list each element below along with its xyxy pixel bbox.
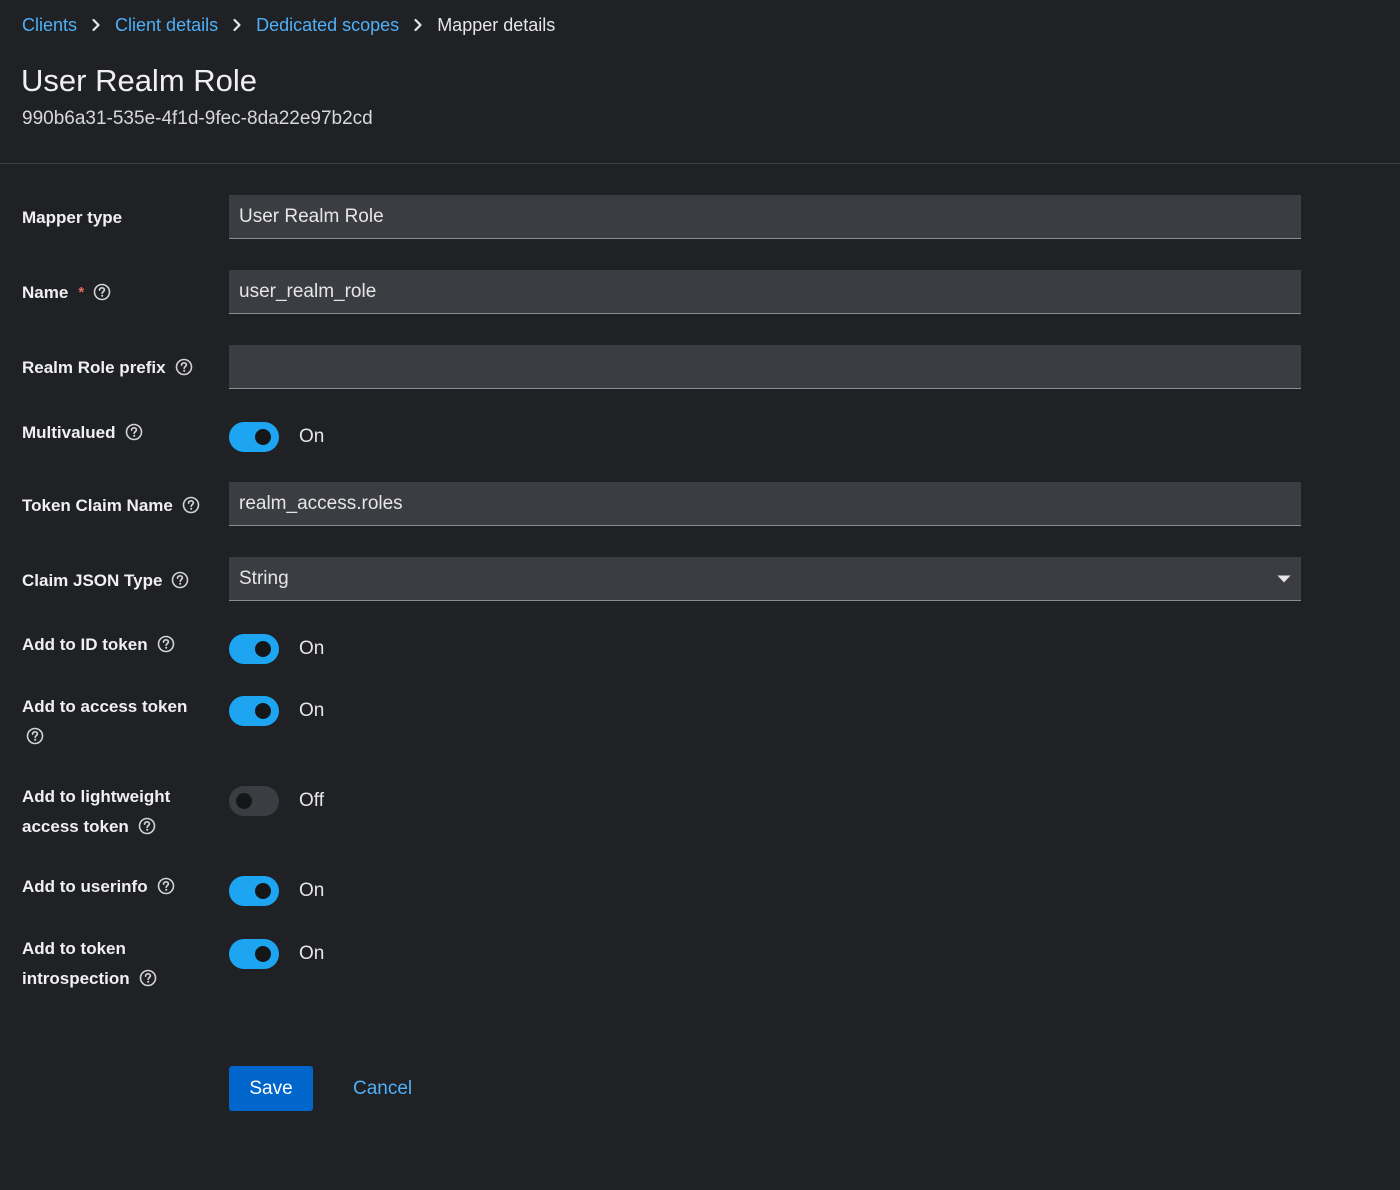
add-to-lightweight-access-token-switch[interactable] — [229, 786, 279, 816]
help-icon[interactable] — [26, 727, 44, 745]
add-to-lightweight-access-token-state: Off — [299, 790, 324, 811]
help-icon[interactable] — [125, 423, 143, 441]
switch-knob — [255, 703, 271, 719]
mapper-type-label: Mapper type — [22, 203, 207, 233]
help-icon[interactable] — [175, 358, 193, 376]
claim-json-type-label-text: Claim JSON Type — [22, 571, 163, 590]
switch-knob — [236, 793, 252, 809]
help-icon[interactable] — [138, 817, 156, 835]
help-icon[interactable] — [139, 969, 157, 987]
token-claim-name-label: Token Claim Name — [22, 491, 207, 521]
multivalued-label-text: Multivalued — [22, 423, 116, 442]
switch-knob — [255, 883, 271, 899]
name-input[interactable] — [229, 270, 1301, 314]
breadcrumb-link-dedicated-scopes[interactable]: Dedicated scopes — [256, 15, 399, 36]
token-claim-name-label-text: Token Claim Name — [22, 496, 173, 515]
add-to-access-token-switch-row: On — [229, 696, 324, 726]
multivalued-switch-row: On — [229, 422, 324, 452]
add-to-userinfo-label-text: Add to userinfo — [22, 877, 148, 896]
mapper-type-field[interactable] — [229, 195, 1301, 239]
lightweight-label-line1: Add to lightweight — [22, 787, 171, 806]
breadcrumb-link-client-details[interactable]: Client details — [115, 15, 218, 36]
realm-role-prefix-label: Realm Role prefix — [22, 353, 207, 383]
add-to-id-token-label-text: Add to ID token — [22, 635, 148, 654]
help-icon[interactable] — [157, 635, 175, 653]
claim-json-type-select[interactable]: String — [229, 557, 1301, 601]
chevron-right-icon — [218, 18, 256, 32]
add-to-token-introspection-label: Add to token introspection — [22, 934, 207, 994]
add-to-lightweight-access-token-switch-row: Off — [229, 786, 324, 816]
cancel-button[interactable]: Cancel — [353, 1066, 412, 1111]
add-to-id-token-switch-row: On — [229, 634, 324, 664]
breadcrumb-current: Mapper details — [437, 14, 556, 35]
chevron-right-icon — [77, 18, 115, 32]
add-to-id-token-switch[interactable] — [229, 634, 279, 664]
help-icon[interactable] — [93, 283, 111, 301]
add-to-access-token-label-text: Add to access token — [22, 697, 188, 716]
claim-json-type-label: Claim JSON Type — [22, 566, 207, 596]
caret-down-icon — [1277, 575, 1291, 583]
add-to-userinfo-switch-row: On — [229, 876, 324, 906]
add-to-userinfo-state: On — [299, 880, 325, 901]
required-indicator: * — [78, 284, 85, 301]
add-to-access-token-state: On — [299, 700, 325, 721]
breadcrumb: Clients Client details Dedicated scopes … — [22, 13, 555, 37]
name-label: Name * — [22, 278, 207, 308]
name-label-text: Name — [22, 283, 69, 302]
token-claim-name-input[interactable] — [229, 482, 1301, 526]
add-to-id-token-state: On — [299, 638, 325, 659]
multivalued-state: On — [299, 426, 325, 447]
multivalued-switch[interactable] — [229, 422, 279, 452]
add-to-token-introspection-state: On — [299, 943, 325, 964]
page-title: User Realm Role — [21, 63, 258, 98]
save-button[interactable]: Save — [229, 1066, 313, 1111]
add-to-id-token-label: Add to ID token — [22, 630, 207, 660]
add-to-access-token-switch[interactable] — [229, 696, 279, 726]
add-to-userinfo-label: Add to userinfo — [22, 872, 207, 902]
switch-knob — [255, 641, 271, 657]
mapper-id: 990b6a31-535e-4f1d-9fec-8da22e97b2cd — [22, 108, 373, 129]
switch-knob — [255, 946, 271, 962]
claim-json-type-value: String — [239, 567, 289, 589]
add-to-userinfo-switch[interactable] — [229, 876, 279, 906]
switch-knob — [255, 429, 271, 445]
chevron-right-icon — [399, 18, 437, 32]
add-to-token-introspection-switch[interactable] — [229, 939, 279, 969]
add-to-access-token-label: Add to access token — [22, 692, 202, 752]
introspection-label-line2: introspection — [22, 969, 130, 988]
realm-role-prefix-input[interactable] — [229, 345, 1301, 389]
lightweight-label-line2: access token — [22, 817, 129, 836]
mapper-type-label-text: Mapper type — [22, 208, 123, 227]
multivalued-label: Multivalued — [22, 418, 207, 448]
realm-role-prefix-label-text: Realm Role prefix — [22, 358, 166, 377]
help-icon[interactable] — [157, 877, 175, 895]
breadcrumb-link-clients[interactable]: Clients — [22, 15, 77, 36]
help-icon[interactable] — [182, 496, 200, 514]
add-to-token-introspection-switch-row: On — [229, 939, 324, 969]
header-divider — [0, 163, 1400, 164]
introspection-label-line1: Add to token — [22, 939, 126, 958]
help-icon[interactable] — [171, 571, 189, 589]
add-to-lightweight-access-token-label: Add to lightweight access token — [22, 782, 207, 842]
